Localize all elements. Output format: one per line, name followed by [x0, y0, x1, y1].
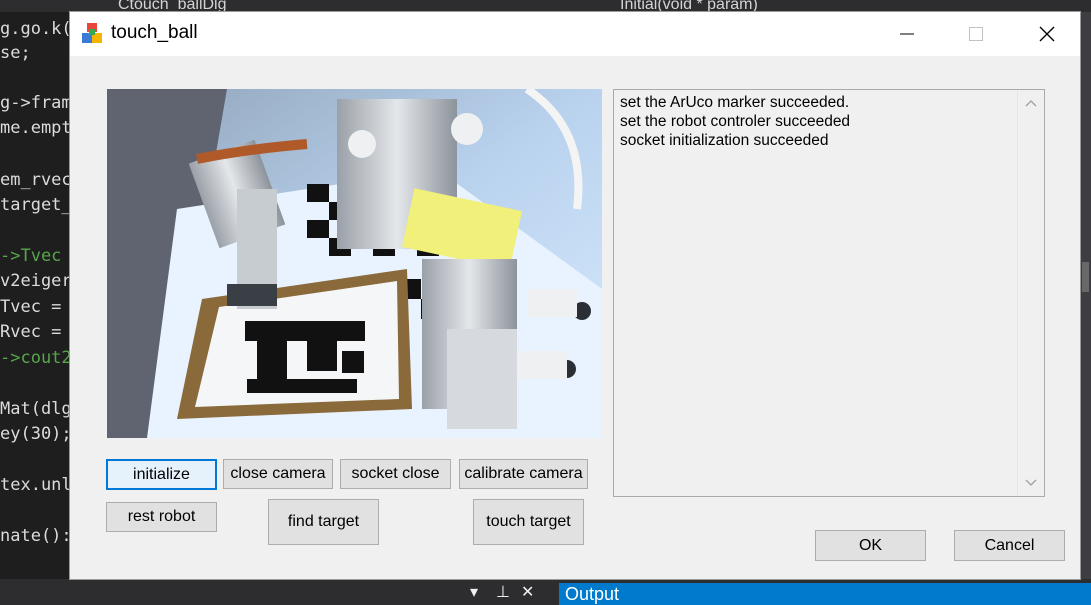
initialize-button[interactable]: initialize [106, 459, 217, 490]
maximize-button [953, 12, 999, 56]
code-line: Tvec = [0, 297, 62, 317]
code-line: se; [0, 43, 31, 63]
code-line: me.empt [0, 118, 72, 138]
code-line: ->cout2 [0, 348, 72, 368]
app-icon [82, 23, 102, 43]
code-line: tex.unl [0, 475, 72, 495]
touch-target-button[interactable]: touch target [473, 499, 584, 545]
close-camera-button[interactable]: close camera [223, 459, 333, 489]
ide-tab-strip: Ctouch_ballDlg Initial(void * param) [0, 0, 1091, 13]
scrollbar-thumb[interactable] [1082, 262, 1089, 292]
title-bar[interactable]: touch_ball [70, 12, 1080, 56]
scroll-down-icon[interactable] [1025, 476, 1037, 488]
log-scrollbar[interactable] [1017, 90, 1044, 496]
code-line: g->fram [0, 93, 72, 113]
code-line: g.go.k( [0, 19, 72, 39]
dropdown-arrow-icon[interactable]: ▾ [470, 582, 478, 601]
camera-image [107, 89, 602, 438]
ide-scrollbar[interactable] [1080, 12, 1091, 579]
close-panel-icon[interactable]: ✕ [521, 582, 534, 601]
minimize-button[interactable] [884, 12, 930, 56]
find-target-button[interactable]: find target [268, 499, 379, 545]
maximize-icon [969, 27, 983, 41]
log-line: set the robot controler succeeded [620, 113, 851, 130]
code-line: ->Tvec [0, 246, 62, 266]
code-line: nate(): [0, 526, 72, 546]
touch-ball-dialog: touch_ball set the ArUco marker succeede… [70, 12, 1080, 579]
code-line: em_rvec [0, 170, 72, 190]
log-line: socket initialization succeeded [620, 132, 829, 149]
code-line: Rvec = [0, 322, 62, 342]
output-panel-tab[interactable]: Output [559, 583, 1091, 605]
code-line: v2eiger [0, 271, 72, 291]
ok-button[interactable]: OK [815, 530, 926, 561]
status-log[interactable]: set the ArUco marker succeeded. set the … [613, 89, 1045, 497]
code-line: ey(30); [0, 424, 72, 444]
minimize-icon [900, 33, 914, 35]
pin-icon[interactable]: ⊥ [496, 582, 510, 601]
camera-feed [107, 89, 602, 438]
calibrate-camera-button[interactable]: calibrate camera [459, 459, 588, 489]
close-button[interactable] [1024, 12, 1070, 56]
cancel-button[interactable]: Cancel [954, 530, 1065, 561]
code-line: Mat(dlg [0, 399, 72, 419]
log-line: set the ArUco marker succeeded. [620, 94, 850, 111]
close-icon [1039, 26, 1055, 42]
dialog-title: touch_ball [111, 22, 198, 43]
scroll-up-icon[interactable] [1025, 98, 1037, 110]
socket-close-button[interactable]: socket close [340, 459, 451, 489]
code-line: target_ [0, 195, 72, 215]
rest-robot-button[interactable]: rest robot [106, 502, 217, 532]
